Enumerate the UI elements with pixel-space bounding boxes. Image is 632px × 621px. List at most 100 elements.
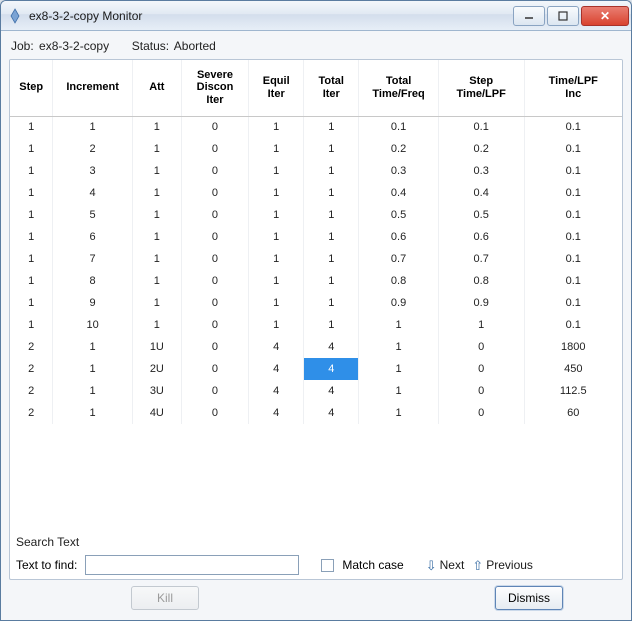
table-cell[interactable]: 8 — [53, 270, 133, 292]
table-cell[interactable]: 4 — [304, 336, 359, 358]
col-header[interactable]: Increment — [53, 60, 133, 116]
table-cell[interactable]: 1 — [132, 182, 181, 204]
table-cell[interactable]: 4 — [53, 182, 133, 204]
table-cell[interactable]: 1 — [132, 116, 181, 138]
col-header[interactable]: Step — [10, 60, 53, 116]
table-cell[interactable]: 1 — [304, 248, 359, 270]
table-cell[interactable]: 0 — [181, 358, 248, 380]
table-cell[interactable]: 1 — [132, 160, 181, 182]
table-cell[interactable]: 0.1 — [524, 248, 622, 270]
table-cell[interactable]: 1 — [10, 182, 53, 204]
table-cell[interactable]: 450 — [524, 358, 622, 380]
table-cell[interactable]: 0.9 — [359, 292, 439, 314]
table-cell[interactable]: 0 — [181, 226, 248, 248]
table-cell[interactable]: 0.1 — [524, 138, 622, 160]
table-cell[interactable]: 1 — [249, 160, 304, 182]
table-cell[interactable]: 4 — [304, 402, 359, 424]
table-cell[interactable]: 0 — [181, 116, 248, 138]
table-cell[interactable]: 4 — [249, 380, 304, 402]
table-cell[interactable]: 0.8 — [438, 270, 524, 292]
table-cell[interactable]: 1 — [249, 292, 304, 314]
table-cell[interactable]: 0.2 — [438, 138, 524, 160]
table-cell[interactable]: 1 — [53, 402, 133, 424]
table-cell[interactable]: 0.1 — [524, 226, 622, 248]
table-cell[interactable]: 1 — [10, 204, 53, 226]
table-cell[interactable]: 0.1 — [524, 314, 622, 336]
table-cell[interactable]: 7 — [53, 248, 133, 270]
table-cell[interactable]: 1 — [10, 160, 53, 182]
table-cell[interactable]: 1 — [10, 270, 53, 292]
table-cell[interactable]: 1 — [132, 270, 181, 292]
table-cell[interactable]: 0.2 — [359, 138, 439, 160]
table-cell[interactable]: 1 — [10, 226, 53, 248]
table-cell[interactable]: 0 — [181, 182, 248, 204]
dismiss-button[interactable]: Dismiss — [495, 586, 563, 610]
table-cell[interactable]: 4 — [304, 358, 359, 380]
table-cell[interactable]: 0 — [181, 138, 248, 160]
table-cell[interactable]: 1 — [53, 116, 133, 138]
table-cell[interactable]: 0.3 — [438, 160, 524, 182]
table-cell[interactable]: 0.1 — [524, 270, 622, 292]
table-cell[interactable]: 1 — [249, 314, 304, 336]
table-row[interactable]: 1910110.90.90.1 — [10, 292, 622, 314]
table-cell[interactable]: 1 — [249, 226, 304, 248]
table-cell[interactable]: 0.5 — [359, 204, 439, 226]
minimize-button[interactable] — [513, 6, 545, 26]
table-cell[interactable]: 1 — [359, 336, 439, 358]
table-cell[interactable]: 0.8 — [359, 270, 439, 292]
table-row[interactable]: 1510110.50.50.1 — [10, 204, 622, 226]
table-cell[interactable]: 1 — [132, 138, 181, 160]
table-cell[interactable]: 0 — [181, 204, 248, 226]
table-cell[interactable]: 2 — [10, 380, 53, 402]
table-cell[interactable]: 0 — [181, 380, 248, 402]
table-cell[interactable]: 0.1 — [524, 292, 622, 314]
table-cell[interactable]: 1 — [304, 116, 359, 138]
table-cell[interactable]: 1 — [304, 138, 359, 160]
table-cell[interactable]: 9 — [53, 292, 133, 314]
col-header[interactable]: Step Time/LPF — [438, 60, 524, 116]
table-cell[interactable]: 1 — [10, 314, 53, 336]
col-header[interactable]: Total Iter — [304, 60, 359, 116]
table-cell[interactable]: 1 — [359, 380, 439, 402]
table-cell[interactable]: 0.1 — [524, 204, 622, 226]
table-cell[interactable]: 1 — [249, 138, 304, 160]
table-cell[interactable]: 1 — [10, 248, 53, 270]
table-cell[interactable]: 1 — [304, 182, 359, 204]
table-cell[interactable]: 1 — [304, 270, 359, 292]
table-cell[interactable]: 3U — [132, 380, 181, 402]
table-cell[interactable]: 0 — [181, 402, 248, 424]
table-cell[interactable]: 0 — [438, 402, 524, 424]
table-cell[interactable]: 0.5 — [438, 204, 524, 226]
table-cell[interactable]: 1 — [132, 292, 181, 314]
table-cell[interactable]: 1800 — [524, 336, 622, 358]
table-cell[interactable]: 1U — [132, 336, 181, 358]
table-cell[interactable]: 1 — [132, 248, 181, 270]
table-row[interactable]: 1110110.10.10.1 — [10, 116, 622, 138]
table-cell[interactable]: 0.7 — [438, 248, 524, 270]
kill-button[interactable]: Kill — [131, 586, 199, 610]
maximize-button[interactable] — [547, 6, 579, 26]
table-row[interactable]: 214U0441060 — [10, 402, 622, 424]
table-cell[interactable]: 0.3 — [359, 160, 439, 182]
col-header[interactable]: Total Time/Freq — [359, 60, 439, 116]
table-cell[interactable]: 2 — [10, 358, 53, 380]
table-row[interactable]: 1710110.70.70.1 — [10, 248, 622, 270]
table-cell[interactable]: 1 — [249, 182, 304, 204]
table-cell[interactable]: 1 — [132, 226, 181, 248]
table-cell[interactable]: 1 — [249, 270, 304, 292]
table-row[interactable]: 213U04410112.5 — [10, 380, 622, 402]
table-row[interactable]: 212U04410450 — [10, 358, 622, 380]
table-cell[interactable]: 4 — [249, 336, 304, 358]
table-cell[interactable]: 0 — [181, 292, 248, 314]
search-input[interactable] — [85, 555, 299, 575]
table-cell[interactable]: 4 — [249, 402, 304, 424]
table-cell[interactable]: 0 — [438, 336, 524, 358]
table-cell[interactable]: 5 — [53, 204, 133, 226]
table-cell[interactable]: 0.6 — [359, 226, 439, 248]
table-cell[interactable]: 2 — [10, 402, 53, 424]
table-cell[interactable]: 2 — [53, 138, 133, 160]
col-header[interactable]: Severe Discon Iter — [181, 60, 248, 116]
table-cell[interactable]: 1 — [304, 226, 359, 248]
close-button[interactable]: ✕ — [581, 6, 629, 26]
table-cell[interactable]: 1 — [132, 314, 181, 336]
